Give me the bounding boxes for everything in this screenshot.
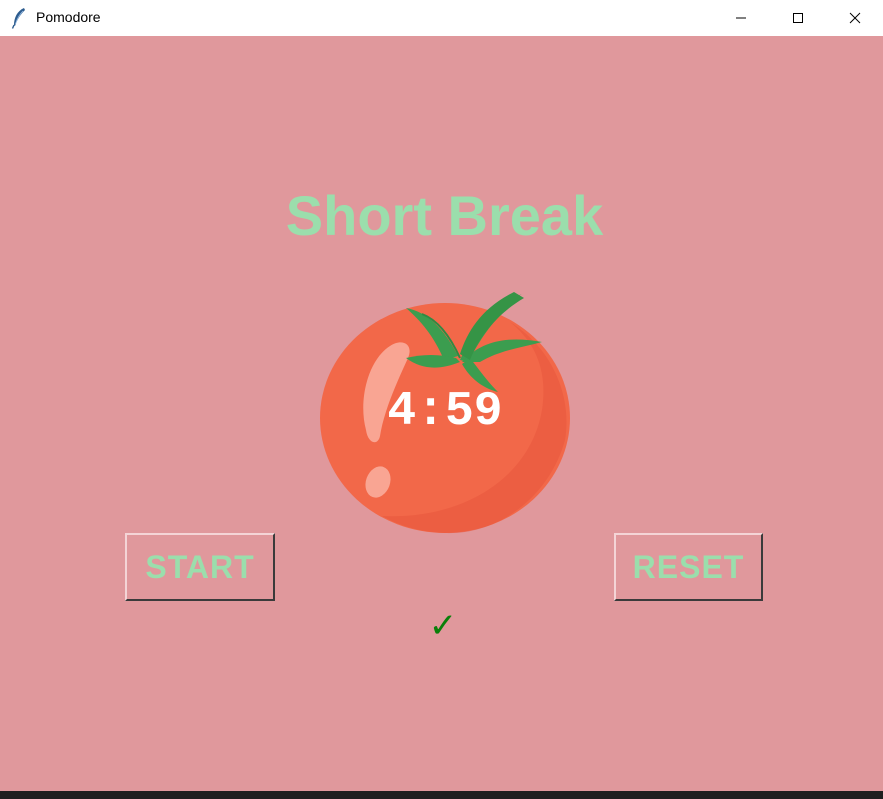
mode-heading: Short Break: [285, 184, 604, 247]
minimize-button[interactable]: [712, 0, 770, 36]
timer-display: 4:59: [387, 385, 503, 439]
app-window: Pomodore Short Break 4:59 START RESET ✓: [0, 0, 883, 791]
window-title: Pomodore: [36, 9, 101, 25]
title-bar[interactable]: Pomodore: [0, 0, 883, 36]
taskbar-edge: [0, 791, 883, 799]
feather-icon: [11, 7, 27, 29]
checkmark-label: ✓: [428, 606, 458, 646]
maximize-button[interactable]: [769, 0, 827, 36]
start-button[interactable]: START: [125, 533, 275, 601]
reset-button[interactable]: RESET: [614, 533, 763, 601]
app-content: Short Break 4:59 START RESET ✓: [0, 36, 883, 791]
maximize-icon: [792, 12, 804, 24]
close-icon: [849, 12, 861, 24]
close-button[interactable]: [826, 0, 883, 36]
minimize-icon: [735, 12, 747, 24]
